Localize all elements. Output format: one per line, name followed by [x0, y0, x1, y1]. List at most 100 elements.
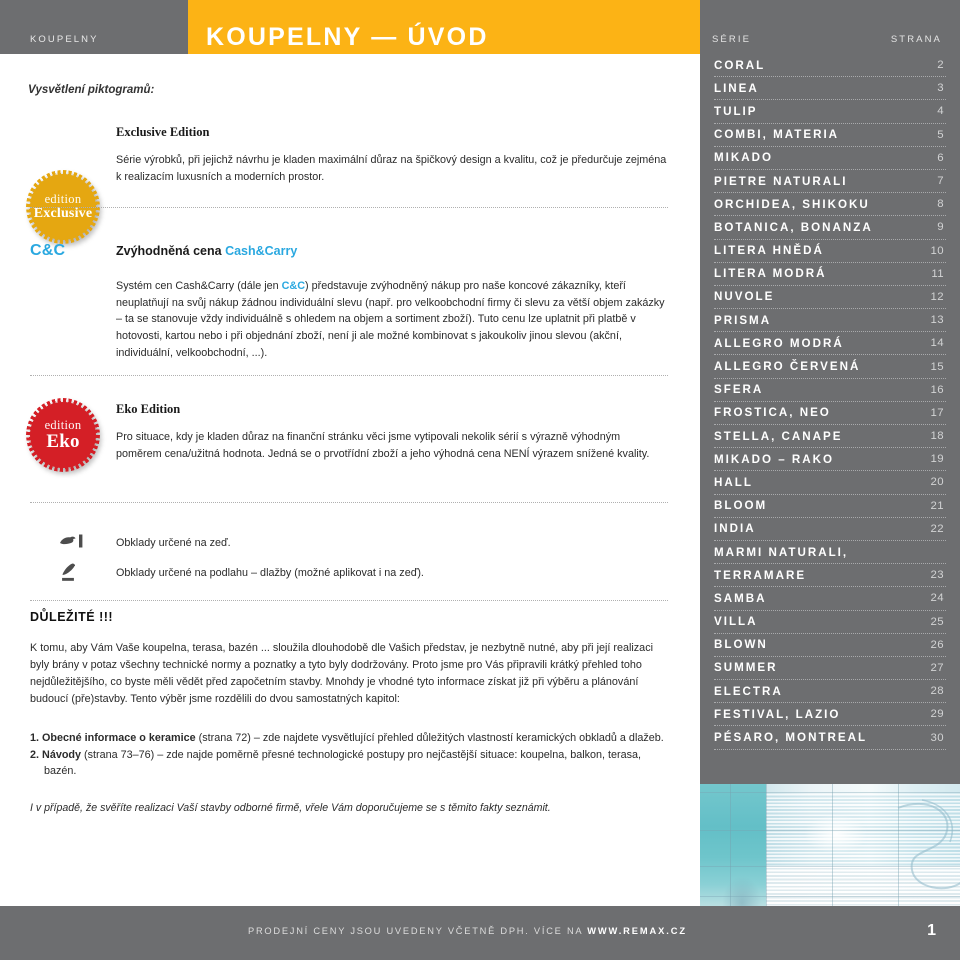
- floor-tile-label: Obklady určené na podlahu – dlažby (možn…: [116, 567, 424, 579]
- cash-carry-mark: C&C: [30, 242, 66, 259]
- toc-row[interactable]: SAMBA 24: [714, 587, 946, 611]
- divider-2: [30, 375, 668, 376]
- toc-entry-page: 13: [930, 314, 944, 327]
- page-title: KOUPELNY — ÚVOD: [206, 23, 489, 51]
- header-section-label: KOUPELNY: [30, 34, 99, 45]
- toc-entry-page: 20: [930, 476, 944, 489]
- toc-row[interactable]: ALLEGRO MODRÁ 14: [714, 332, 946, 356]
- toc-row[interactable]: MIKADO 6: [714, 147, 946, 170]
- important-list: 1. Obecné informace o keramice (strana 7…: [30, 730, 668, 780]
- toc-row[interactable]: BLOOM 21: [714, 495, 946, 518]
- floor-tile-icon: [62, 563, 76, 581]
- list-item: 2. Návody (strana 73–76) – zde najde pom…: [30, 747, 668, 780]
- toc-row[interactable]: TULIP 4: [714, 100, 946, 124]
- toc-entry-name: BLOWN: [714, 638, 768, 652]
- divider-3: [30, 502, 668, 503]
- toc-entry-page: 11: [931, 267, 944, 280]
- toc-entry-name: TULIP: [714, 104, 758, 118]
- toc-entry-name: LINEA: [714, 81, 759, 95]
- toc-row[interactable]: COMBI, MATERIA 5: [714, 124, 946, 147]
- list-item-rest: (strana 73–76) – zde najde poměrně přesn…: [44, 748, 642, 778]
- important-heading: DŮLEŽITÉ !!!: [30, 610, 114, 624]
- toc-entry-name: PIETRE NATURALI: [714, 174, 848, 188]
- footer-note-text: PRODEJNÍ CENY JSOU UVEDENY VČETNĚ DPH. V…: [248, 926, 588, 936]
- toc-row[interactable]: MARMI NATURALI,: [714, 541, 946, 565]
- toc-entry-page: 16: [930, 383, 944, 396]
- header-right-block: SÉRIE STRANA: [700, 0, 960, 54]
- toc-entry-name: BLOOM: [714, 499, 768, 513]
- toc-entry-page: 14: [930, 337, 944, 350]
- toc-entry-page: 17: [930, 406, 944, 419]
- badge-eko-label: Eko: [46, 431, 80, 453]
- toc-row[interactable]: FROSTICA, NEO 17: [714, 402, 946, 425]
- toc-row[interactable]: LITERA HNĚDÁ 10: [714, 240, 946, 263]
- table-of-contents: CORAL 2 LINEA 3 TULIP 4 COMBI, MATERIA 5 MIKADO 6…: [700, 54, 960, 906]
- toc-row[interactable]: SUMMER 27: [714, 657, 946, 681]
- toc-entry-page: 22: [930, 522, 944, 535]
- divider-4: [30, 600, 668, 601]
- cash-carry-body-part1: Systém cen Cash&Carry (dále jen: [116, 280, 282, 292]
- toc-entry-page: 10: [930, 244, 944, 257]
- pictogram-legend-heading: Vysvětlení piktogramů:: [28, 84, 155, 96]
- toc-row[interactable]: PIETRE NATURALI 7: [714, 170, 946, 194]
- toc-entry-page: 3: [937, 82, 944, 95]
- toc-entry-page: 4: [937, 105, 944, 118]
- toc-entry-name: INDIA: [714, 522, 756, 536]
- footer-website: WWW.REMAX.CZ: [587, 926, 687, 936]
- toc-row[interactable]: ALLEGRO ČERVENÁ 15: [714, 355, 946, 379]
- toc-row[interactable]: MIKADO – RAKO 19: [714, 448, 946, 472]
- toc-entry-name: COMBI, MATERIA: [714, 128, 840, 142]
- toc-entry-name: MARMI NATURALI,: [714, 545, 849, 559]
- toc-row[interactable]: PÉSARO, MONTREAL 30: [714, 726, 946, 750]
- toc-row[interactable]: LITERA MODRÁ 11: [714, 263, 946, 286]
- footer-note: PRODEJNÍ CENY JSOU UVEDENY VČETNĚ DPH. V…: [248, 926, 687, 936]
- photo-grout-line: [766, 784, 768, 906]
- header-title-banner: KOUPELNY — ÚVOD: [188, 0, 700, 54]
- toc-row[interactable]: FESTIVAL, LAZIO 29: [714, 703, 946, 727]
- toc-entry-name: SUMMER: [714, 661, 778, 675]
- toc-entry-page: 18: [930, 430, 944, 443]
- toc-entry-page: 19: [930, 453, 944, 466]
- toc-entry-page: 30: [930, 731, 944, 744]
- toc-row[interactable]: NUVOLE 12: [714, 286, 946, 310]
- cash-carry-title-plain: Zvýhodněná cena: [116, 244, 226, 258]
- photo-foreground-object: [722, 876, 762, 906]
- closing-note: I v případě, že svěříte realizaci Vaší s…: [30, 802, 551, 814]
- toc-entry-name: SAMBA: [714, 591, 767, 605]
- toc-row[interactable]: ORCHIDEA, SHIKOKU 8: [714, 193, 946, 217]
- list-item-number: 2.: [30, 748, 40, 761]
- toc-entry-name: SFERA: [714, 383, 764, 397]
- photo-grout-line: [832, 784, 834, 906]
- toc-row[interactable]: STELLA, CANAPE 18: [714, 425, 946, 449]
- cash-carry-title-accent: Cash&Carry: [225, 244, 298, 258]
- toc-row[interactable]: SFERA 16: [714, 379, 946, 402]
- toc-entry-name: TERRAMARE: [714, 568, 807, 582]
- toc-entry-page: 5: [937, 128, 944, 141]
- toc-row[interactable]: BOTANICA, BONANZA 9: [714, 216, 946, 240]
- toc-row[interactable]: LINEA 3: [714, 77, 946, 101]
- toc-row[interactable]: HALL 20: [714, 471, 946, 495]
- badge-edition-label-eko: edition: [44, 417, 82, 432]
- divider-1: [30, 207, 668, 208]
- toc-entry-page: 8: [937, 198, 944, 211]
- badge-exclusive-label: Exclusive: [33, 206, 93, 222]
- toc-row[interactable]: CORAL 2: [714, 54, 946, 78]
- toc-row[interactable]: PRISMA 13: [714, 309, 946, 333]
- toc-entry-page: 15: [930, 360, 944, 373]
- toc-entry-page: 26: [930, 638, 944, 651]
- toc-row[interactable]: VILLA 25: [714, 611, 946, 634]
- toc-row[interactable]: ELECTRA 28: [714, 680, 946, 704]
- list-item-rest: (strana 72) – zde najdete vysvětlující p…: [195, 732, 664, 744]
- page-root: KOUPELNY KOUPELNY — ÚVOD SÉRIE STRANA Vy…: [0, 0, 960, 960]
- list-item-bold: Obecné informace o keramice: [42, 732, 196, 744]
- toc-entry-name: MIKADO – RAKO: [714, 452, 835, 466]
- toc-entry-name: STELLA, CANAPE: [714, 429, 843, 443]
- badge-edition-label: edition: [44, 191, 82, 206]
- header-serie-label: SÉRIE: [712, 34, 752, 45]
- exclusive-edition-title: Exclusive Edition: [116, 125, 210, 139]
- toc-row[interactable]: INDIA 22: [714, 518, 946, 541]
- toc-row[interactable]: BLOWN 26: [714, 634, 946, 657]
- list-item-number: 1.: [30, 732, 40, 744]
- toc-row[interactable]: TERRAMARE 23: [714, 564, 946, 588]
- toc-entry-name: NUVOLE: [714, 290, 775, 304]
